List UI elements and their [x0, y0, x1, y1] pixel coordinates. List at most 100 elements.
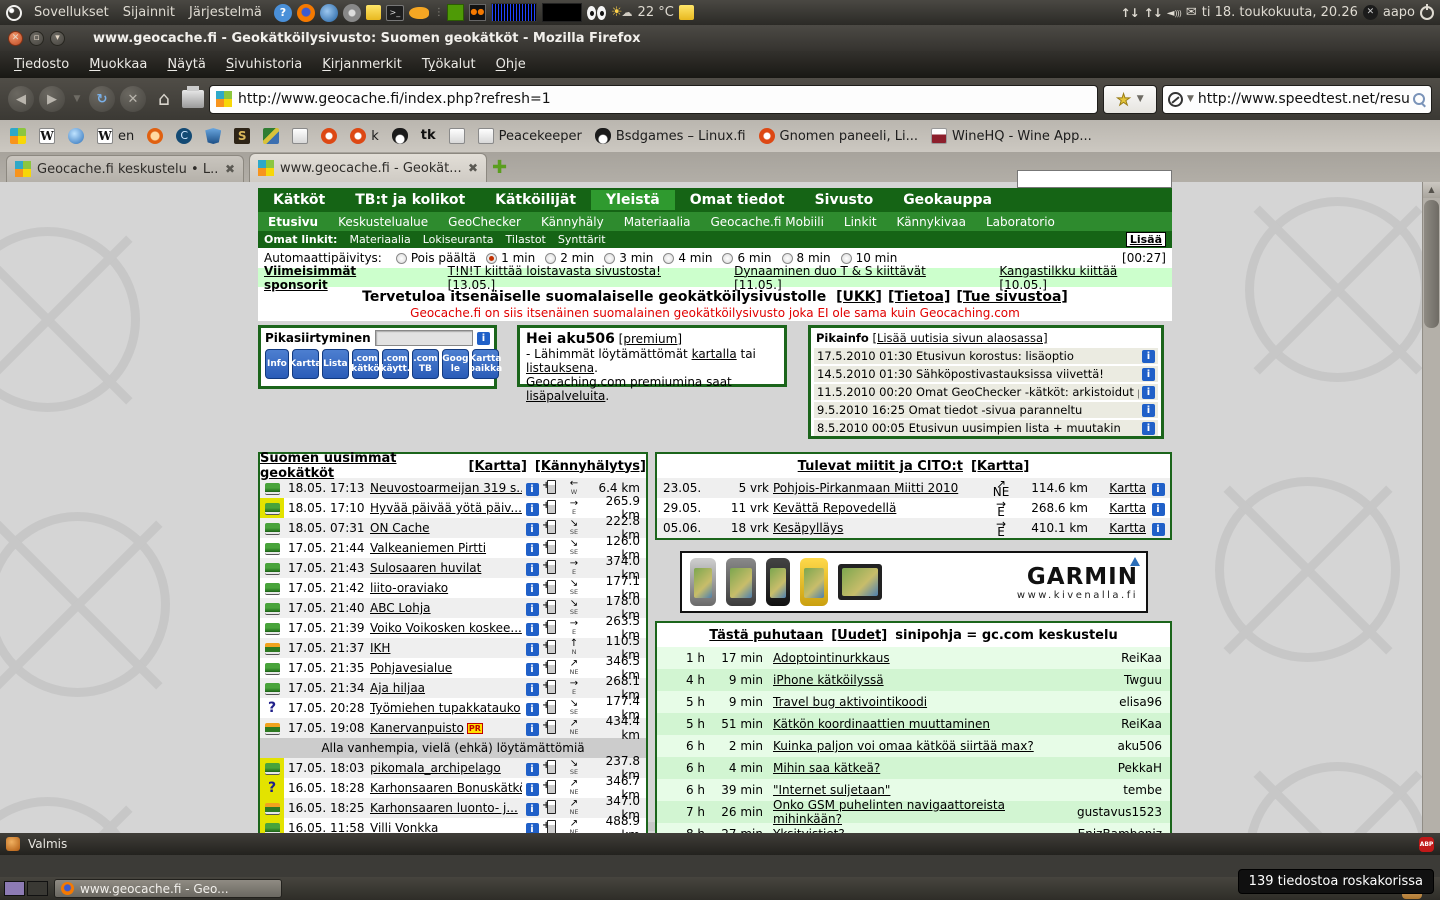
sponsor-link[interactable]: Kangastilkku kiittää	[999, 264, 1117, 278]
greeting-link[interactable]: listauksena	[526, 361, 594, 375]
info-icon[interactable]: i	[526, 763, 539, 776]
cache-link[interactable]: Neuvostoarmeijan 319 s...	[370, 481, 522, 495]
search-text[interactable]: http://www.speedtest.net/result/8	[1198, 91, 1409, 107]
maximize-window-icon[interactable]: ▾	[50, 31, 65, 46]
bookmark-star-button[interactable]: ★ ▼	[1103, 85, 1157, 114]
tab-close-icon[interactable]: ✖	[468, 161, 478, 175]
quickjump-button[interactable]: .com TB	[412, 349, 439, 379]
page-top-input[interactable]	[1017, 170, 1172, 188]
menu-ohje[interactable]: Ohje	[486, 57, 536, 72]
phone-alert-icon[interactable]	[542, 780, 558, 794]
info-icon[interactable]: i	[526, 543, 539, 556]
tray-green-icon[interactable]	[447, 4, 464, 21]
info-icon[interactable]: i	[1142, 368, 1155, 381]
phone-alert-icon[interactable]	[542, 520, 558, 534]
scroll-up-icon[interactable]: ▲	[1423, 182, 1440, 198]
network-updown-icon[interactable]: ↑↓	[1121, 6, 1139, 20]
tray-terminal-icon[interactable]: ●●	[469, 4, 486, 21]
reload-icon[interactable]: ↻	[89, 86, 115, 112]
phone-alert-icon[interactable]	[542, 660, 558, 674]
phone-alert-icon[interactable]	[542, 820, 558, 834]
menu-kirjanmerkit[interactable]: Kirjanmerkit	[312, 57, 412, 72]
bookmark-item[interactable]: Peacekeeper	[478, 128, 582, 144]
cache-link[interactable]: Voiko Voikosken koskee...	[370, 621, 522, 635]
info-icon[interactable]: i	[526, 603, 539, 616]
caches-map-link[interactable]: [Kartta]	[469, 459, 527, 474]
nav-item[interactable]: Omat tiedot	[675, 190, 800, 210]
sticky-note-icon[interactable]	[679, 5, 694, 20]
phone-alert-icon[interactable]	[542, 540, 558, 554]
forum-topic-link[interactable]: Adoptointinurkkaus	[773, 651, 890, 665]
sound-recorder-icon[interactable]	[343, 4, 361, 22]
notes-launcher-icon[interactable]	[366, 5, 381, 20]
panel-menu[interactable]: Sovellukset	[27, 5, 116, 20]
forum-topic-link[interactable]: Travel bug aktivointikoodi	[773, 695, 927, 709]
info-icon[interactable]: i	[1152, 503, 1165, 516]
menu-näytä[interactable]: Näytä	[157, 57, 215, 72]
quickjump-button[interactable]: Info	[265, 349, 289, 379]
info-icon[interactable]: i	[1142, 422, 1155, 435]
menu-työkalut[interactable]: Työkalut	[412, 57, 486, 72]
nav-item[interactable]: TB:t ja kolikot	[340, 190, 480, 210]
cache-link[interactable]: ABC Lohja	[370, 601, 431, 615]
cache-link[interactable]: Pohjavesialue	[370, 661, 452, 675]
cache-link[interactable]: Hyvää päivää yötä päiv...	[370, 501, 522, 515]
cache-link[interactable]: ON Cache	[370, 521, 430, 535]
print-icon[interactable]	[182, 90, 204, 108]
own-link[interactable]: Lokiseuranta	[423, 233, 494, 246]
bookmark-item[interactable]: Bsdgames – Linux.fi	[595, 128, 746, 144]
phone-alert-icon[interactable]	[542, 720, 558, 734]
search-bar[interactable]: ▼ http://www.speedtest.net/result/8	[1162, 85, 1432, 114]
map-link[interactable]: Kartta	[1109, 481, 1146, 495]
meeting-link[interactable]: Kesäpylläys	[773, 521, 843, 535]
close-window-icon[interactable]: ✕	[8, 31, 23, 46]
clock-label[interactable]: ti 18. toukokuuta, 20.26	[1202, 5, 1358, 20]
subnav-item[interactable]: Etusivu	[258, 215, 328, 229]
search-engine-icon[interactable]	[1168, 92, 1183, 107]
subnav-item[interactable]: Materiaalia	[614, 215, 701, 229]
volume-icon[interactable]	[1167, 5, 1181, 20]
subnav-item[interactable]: Linkit	[834, 215, 887, 229]
nav-item[interactable]: Kätköt	[258, 190, 340, 210]
caches-alert-link[interactable]: [Kännyhälytys]	[535, 459, 646, 474]
mail-indicator-icon[interactable]: ✉	[1186, 5, 1197, 20]
bookmark-item[interactable]	[449, 128, 465, 144]
taskbar-window-button[interactable]: www.geocache.fi - Geo...	[54, 879, 282, 898]
quickjump-button[interactable]: .com käytt.	[382, 349, 409, 379]
meetings-map-link[interactable]: [Kartta]	[971, 459, 1029, 474]
radio-icon[interactable]	[604, 253, 615, 264]
phone-alert-icon[interactable]	[542, 620, 558, 634]
info-icon[interactable]: i	[526, 663, 539, 676]
cache-link[interactable]: Karhonsaaren Bonuskätkö	[370, 781, 522, 795]
subnav-item[interactable]: Keskustelualue	[328, 215, 438, 229]
subnav-item[interactable]: Kännyhäly	[531, 215, 614, 229]
phone-alert-icon[interactable]	[542, 580, 558, 594]
meeting-link[interactable]: Kevättä Repovedellä	[773, 501, 896, 515]
panel-menu[interactable]: Sijainnit	[116, 5, 182, 20]
info-icon[interactable]: i	[526, 583, 539, 596]
subnav-item[interactable]: Kännykivaa	[887, 215, 976, 229]
tab-geocache-active[interactable]: www.geocache.fi - Geokät... ✖	[249, 153, 487, 182]
cache-link[interactable]: IKH	[370, 641, 390, 655]
bookmark-item[interactable]	[10, 128, 26, 144]
cache-link[interactable]: Sulosaaren huvilat	[370, 561, 481, 575]
back-icon[interactable]: ◀	[8, 86, 34, 112]
subnav-item[interactable]: Geocache.fi Mobiili	[701, 215, 834, 229]
cache-link[interactable]: pikomala_archipelago	[370, 761, 501, 775]
info-icon[interactable]: i	[1152, 483, 1165, 496]
system-monitor-applet[interactable]	[542, 3, 582, 22]
nav-item[interactable]: Yleistä	[591, 190, 675, 210]
radio-icon[interactable]	[545, 253, 556, 264]
radio-icon[interactable]	[841, 253, 852, 264]
home-icon[interactable]: ⌂	[151, 86, 177, 112]
own-link[interactable]: Synttärit	[558, 233, 606, 246]
phone-alert-icon[interactable]	[542, 700, 558, 714]
search-engine-dropdown-icon[interactable]: ▼	[1187, 94, 1194, 104]
phone-alert-icon[interactable]	[542, 760, 558, 774]
username-label[interactable]: aapo	[1383, 5, 1415, 20]
premium-link[interactable]: [premium]	[619, 332, 682, 346]
info-icon[interactable]: i	[526, 523, 539, 536]
help-icon[interactable]: ?	[274, 4, 292, 22]
radio-icon[interactable]	[782, 253, 793, 264]
bookmark-item[interactable]	[147, 128, 163, 144]
